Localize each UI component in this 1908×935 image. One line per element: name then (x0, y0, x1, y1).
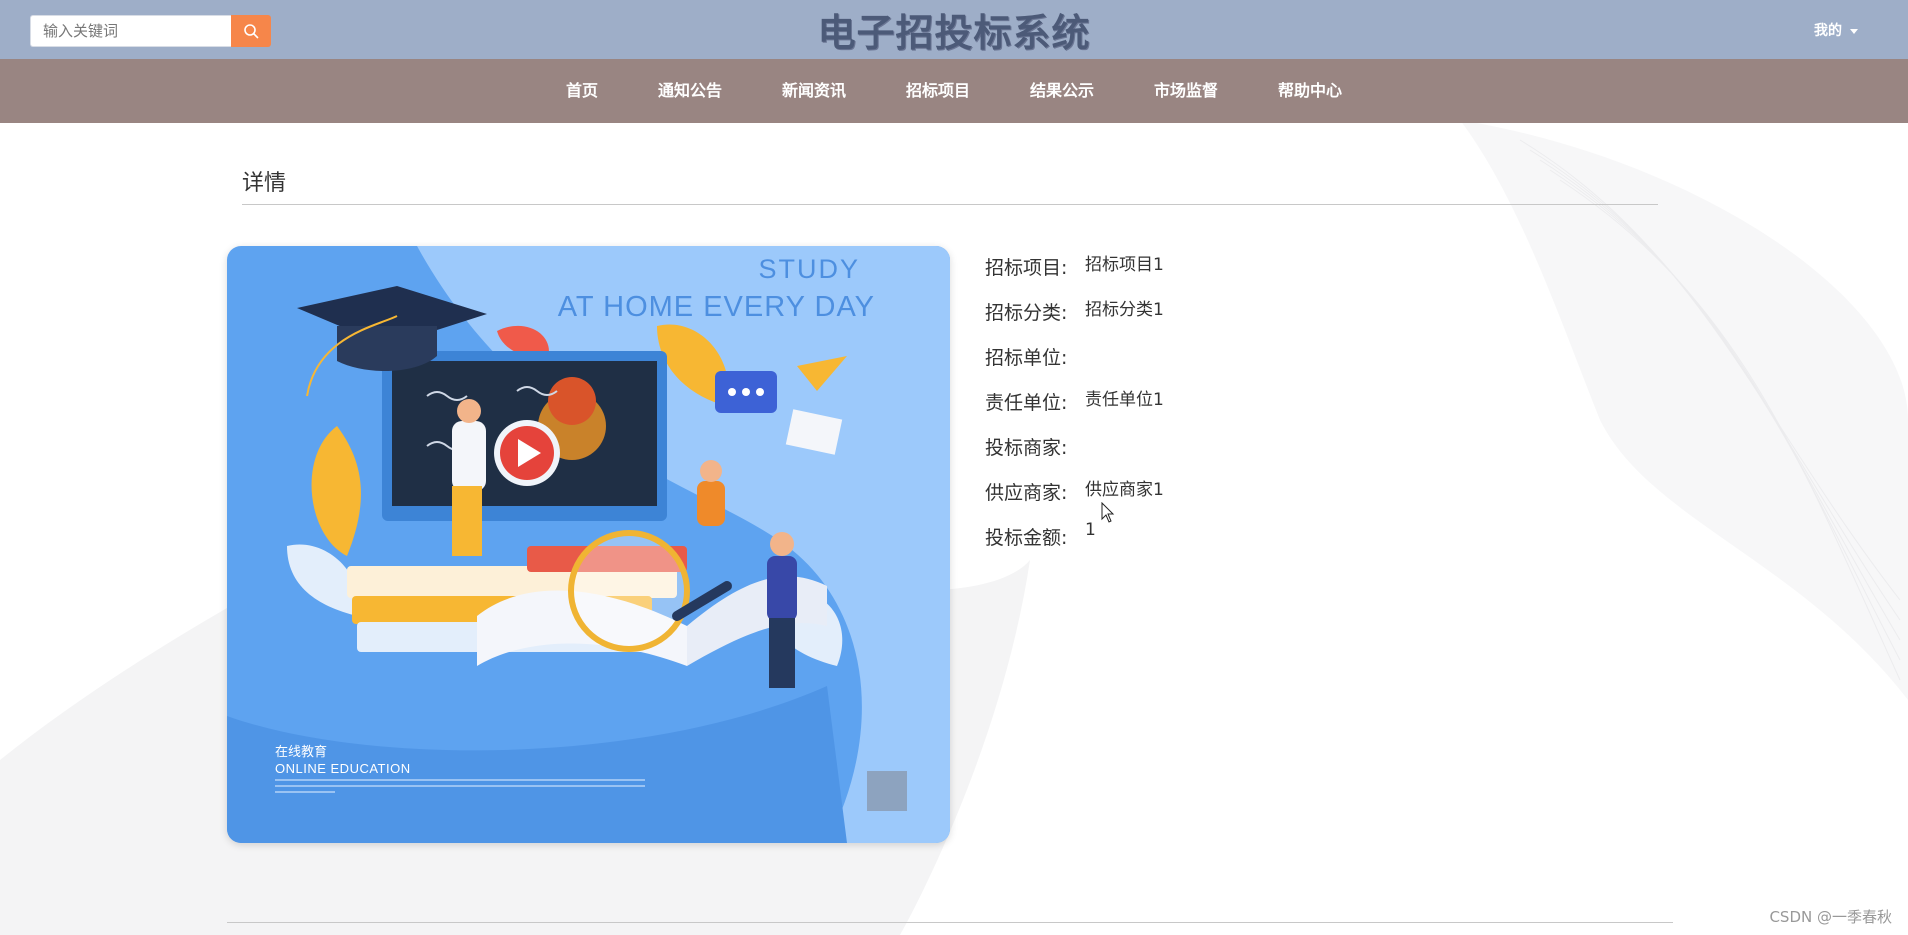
mouse-cursor-icon (1101, 502, 1115, 523)
field-value: 招标项目1 (1085, 255, 1164, 275)
field-row: 投标商家: (985, 425, 1164, 470)
nav-item-home[interactable]: 首页 (536, 59, 628, 123)
field-row: 招标分类: 招标分类1 (985, 290, 1164, 335)
field-row: 招标单位: (985, 335, 1164, 380)
field-label: 投标商家: (985, 437, 1068, 459)
image-headline-line1: STUDY (758, 254, 860, 284)
field-label: 责任单位: (985, 392, 1068, 414)
nav-item-market-supervision[interactable]: 市场监督 (1124, 59, 1248, 123)
main-nav: 首页 通知公告 新闻资讯 招标项目 结果公示 市场监督 帮助中心 (0, 59, 1908, 123)
image-caption-cn: 在线教育 (275, 744, 327, 760)
field-row: 招标项目: 招标项目1 (985, 245, 1164, 290)
nav-list: 首页 通知公告 新闻资讯 招标项目 结果公示 市场监督 帮助中心 (536, 59, 1372, 123)
online-education-illustration: STUDY AT HOME EVERY DAY 在线教育 ONLINE EDUC… (227, 246, 950, 843)
user-menu-dropdown[interactable]: 我的 (1814, 20, 1858, 40)
divider (227, 922, 1673, 923)
nav-item-results[interactable]: 结果公示 (1000, 59, 1124, 123)
nav-item-news[interactable]: 新闻资讯 (752, 59, 876, 123)
watermark: CSDN @一季春秋 (1769, 908, 1892, 926)
field-row: 供应商家: 供应商家1 (985, 470, 1164, 515)
image-headline-line2: AT HOME EVERY DAY (558, 291, 875, 323)
caret-down-icon (1850, 28, 1858, 34)
field-value: 责任单位1 (1085, 390, 1164, 410)
field-row: 投标金额: 1 (985, 515, 1164, 560)
top-header: 电子招投标系统 我的 (0, 0, 1908, 59)
field-label: 招标项目: (985, 257, 1068, 279)
divider (242, 204, 1658, 205)
field-label: 供应商家: (985, 482, 1068, 504)
image-caption-en: ONLINE EDUCATION (275, 761, 411, 776)
detail-fields: 招标项目: 招标项目1 招标分类: 招标分类1 招标单位: 责任单位: 责任单位… (985, 245, 1164, 560)
field-value: 招标分类1 (1085, 300, 1164, 320)
nav-item-help-center[interactable]: 帮助中心 (1248, 59, 1372, 123)
field-label: 投标金额: (985, 527, 1068, 549)
field-value: 供应商家1 (1085, 480, 1164, 500)
user-menu-label: 我的 (1814, 23, 1842, 39)
field-row: 责任单位: 责任单位1 (985, 380, 1164, 425)
field-value: 1 (1085, 520, 1096, 540)
section-title: 详情 (242, 171, 287, 196)
field-label: 招标分类: (985, 302, 1068, 324)
nav-item-tender-projects[interactable]: 招标项目 (876, 59, 1000, 123)
project-image: STUDY AT HOME EVERY DAY 在线教育 ONLINE EDUC… (227, 246, 950, 843)
detail-page: 详情 STUDY AT HOME EVERY DAY 在线教育 ONLINE E… (0, 123, 1908, 935)
field-label: 招标单位: (985, 347, 1068, 369)
site-title: 电子招投标系统 (817, 10, 1091, 55)
nav-item-notices[interactable]: 通知公告 (628, 59, 752, 123)
